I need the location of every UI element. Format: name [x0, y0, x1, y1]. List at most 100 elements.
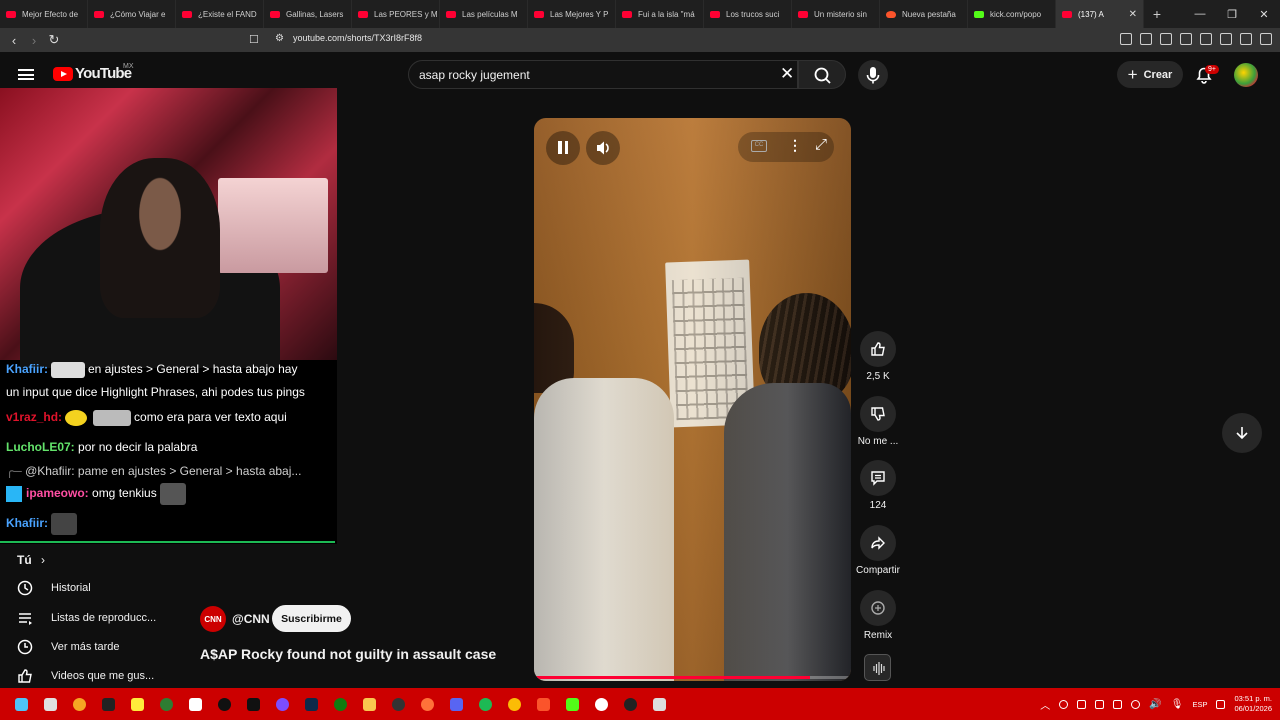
file-explorer-icon[interactable] — [358, 693, 380, 715]
minimize-icon[interactable]: — — [1184, 8, 1216, 21]
search-input[interactable]: asap rocky jugement — [419, 68, 530, 82]
more-options-icon[interactable]: ⋮ — [788, 137, 802, 154]
clock[interactable]: 03:51 p. m. 06/01/2026 — [1234, 694, 1272, 714]
wallet-icon[interactable] — [1240, 33, 1252, 45]
app-icon[interactable] — [271, 693, 293, 715]
app-icon[interactable] — [39, 693, 61, 715]
spotify-icon[interactable] — [474, 693, 496, 715]
bookmark-icon[interactable]: ☐ — [249, 33, 259, 46]
volume-icon — [597, 141, 609, 155]
close-tab-icon[interactable]: ✕ — [1129, 9, 1137, 20]
browser-tab[interactable]: Nueva pestaña — [880, 0, 968, 28]
browser-tab[interactable]: Gallinas, Lasers — [264, 0, 352, 28]
volume-button[interactable] — [586, 131, 620, 165]
sidebar-item-liked-videos[interactable]: Videos que me gus... — [16, 667, 154, 685]
sidebar-section-you[interactable]: Tú › — [17, 553, 45, 567]
channel-avatar[interactable]: CNN — [200, 606, 226, 632]
tray-icon[interactable] — [1113, 699, 1123, 709]
youtube-logo-icon[interactable] — [53, 67, 73, 81]
app-icon[interactable] — [242, 693, 264, 715]
share-button[interactable] — [860, 525, 896, 561]
app-icon[interactable] — [619, 693, 641, 715]
app-icon[interactable] — [648, 693, 670, 715]
kick-icon[interactable] — [561, 693, 583, 715]
back-icon[interactable]: ‹ — [4, 33, 24, 48]
extension-icon[interactable] — [1200, 33, 1212, 45]
browser-tab[interactable]: Fui a la isla "má — [616, 0, 704, 28]
steam-icon[interactable] — [1131, 699, 1141, 709]
video-progress-bar[interactable] — [534, 676, 851, 679]
shorts-video-player[interactable]: CC ⋮ ⤢ — [534, 118, 851, 681]
firefox-icon[interactable] — [416, 693, 438, 715]
browser-tab[interactable]: Las películas M — [440, 0, 528, 28]
sound-button[interactable] — [864, 654, 891, 681]
tray-icon[interactable] — [1095, 699, 1105, 709]
emote-icon — [65, 409, 88, 426]
app-icon[interactable] — [97, 693, 119, 715]
close-window-icon[interactable]: ✕ — [1248, 8, 1280, 21]
extension-icon[interactable] — [1180, 33, 1192, 45]
create-button[interactable]: + Crear — [1117, 61, 1183, 88]
sidebar-item-history[interactable]: Historial — [16, 579, 91, 597]
channel-handle[interactable]: @CNN — [232, 612, 270, 626]
browser-tab[interactable]: Un misterio sin — [792, 0, 880, 28]
xbox-icon[interactable] — [329, 693, 351, 715]
captions-icon[interactable]: CC — [751, 140, 767, 152]
photoshop-icon[interactable] — [300, 693, 322, 715]
short-title[interactable]: A$AP Rocky found not guilty in assault c… — [200, 646, 496, 662]
app-icon[interactable] — [68, 693, 90, 715]
next-short-button[interactable] — [1222, 413, 1262, 453]
url-field[interactable]: youtube.com/shorts/TX3rI8rF8f8 — [293, 33, 422, 43]
like-button[interactable] — [860, 331, 896, 367]
language-indicator[interactable]: ESP — [1192, 700, 1207, 709]
create-label: Crear — [1143, 68, 1173, 81]
sidebar-item-watch-later[interactable]: Ver más tarde — [16, 638, 119, 656]
subscribe-button[interactable]: Suscribirme — [272, 605, 351, 632]
tray-icon[interactable] — [1216, 699, 1226, 709]
dislike-button[interactable] — [860, 396, 896, 432]
comments-button[interactable] — [860, 460, 896, 496]
tray-icon[interactable] — [1059, 699, 1069, 709]
chrome-icon[interactable] — [503, 693, 525, 715]
extension-icon[interactable] — [1120, 33, 1132, 45]
extension-icon[interactable] — [1140, 33, 1152, 45]
new-tab-button[interactable]: + — [1144, 6, 1170, 22]
browser-tab[interactable]: Los trucos suci — [704, 0, 792, 28]
chevron-up-icon[interactable]: ︿ — [1040, 697, 1050, 712]
menu-icon[interactable] — [18, 69, 34, 80]
brave-icon[interactable] — [532, 693, 554, 715]
menu-icon[interactable] — [1260, 33, 1272, 45]
account-avatar[interactable] — [1234, 63, 1258, 87]
remix-button[interactable] — [860, 590, 896, 626]
pause-icon[interactable] — [546, 131, 580, 165]
search-button[interactable] — [798, 60, 846, 89]
browser-tab[interactable]: Mejor Efecto de — [0, 0, 88, 28]
reload-icon[interactable]: ↻ — [44, 32, 64, 48]
sidebar-toggle-icon[interactable] — [1220, 33, 1232, 45]
browser-tab[interactable]: (137) A ✕ — [1056, 0, 1144, 28]
browser-tab[interactable]: ¿Existe el FAND — [176, 0, 264, 28]
sidebar-item-playlists[interactable]: Listas de reproducc... — [16, 609, 156, 627]
site-info-icon[interactable]: ⚙ — [275, 33, 284, 44]
discord-icon[interactable] — [445, 693, 467, 715]
fullscreen-icon[interactable]: ⤢ — [815, 136, 827, 153]
maximize-icon[interactable]: ❐ — [1216, 8, 1248, 21]
microphone-icon[interactable]: 🎙 — [1171, 699, 1184, 710]
browser-tab[interactable]: ¿Cómo Viajar e — [88, 0, 176, 28]
browser-tab[interactable]: kick.com/popo — [968, 0, 1056, 28]
app-icon[interactable] — [213, 693, 235, 715]
browser-tab[interactable]: Las Mejores Y P — [528, 0, 616, 28]
extension-icon[interactable] — [1160, 33, 1172, 45]
voice-search-button[interactable] — [858, 60, 888, 90]
windows-start-icon[interactable] — [10, 693, 32, 715]
app-icon[interactable] — [155, 693, 177, 715]
forward-icon[interactable]: › — [24, 33, 44, 48]
app-icon[interactable] — [184, 693, 206, 715]
app-icon[interactable] — [590, 693, 612, 715]
browser-tab[interactable]: Las PEORES y M — [352, 0, 440, 28]
volume-icon[interactable]: 🔊 — [1149, 699, 1161, 710]
app-icon[interactable] — [387, 693, 409, 715]
app-icon[interactable] — [126, 693, 148, 715]
tray-icon[interactable] — [1077, 699, 1087, 709]
clear-search-icon[interactable]: ✕ — [780, 64, 794, 84]
